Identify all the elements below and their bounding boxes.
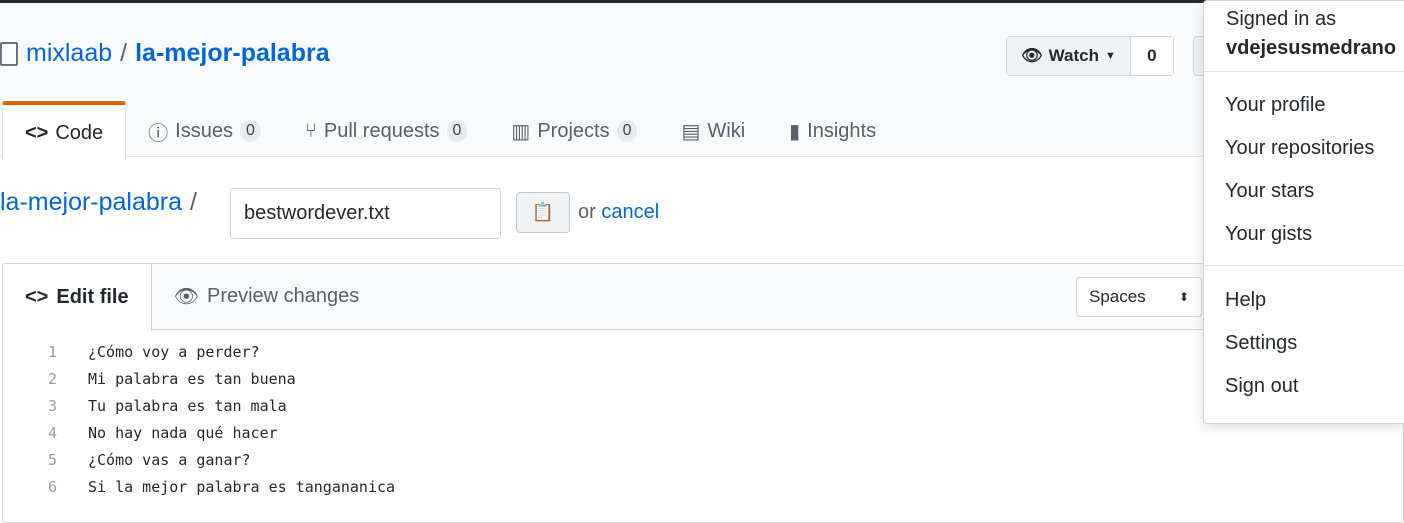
projects-count: 0: [616, 120, 638, 142]
code-icon: <>: [25, 121, 49, 144]
code-line: 6 Si la mejor palabra es tangananica: [3, 473, 1403, 500]
line-text: No hay nada qué hacer: [88, 423, 278, 442]
repo-link[interactable]: la-mejor-palabra: [135, 39, 330, 68]
line-number: 2: [47, 369, 57, 388]
watch-group: 👁 Watch ▼ 0: [1006, 36, 1174, 76]
pr-count: 0: [446, 120, 468, 142]
tab-label: Preview changes: [206, 285, 360, 307]
issue-icon: ⓘ: [148, 122, 169, 145]
line-number: 4: [47, 423, 57, 442]
line-text: Si la mejor palabra es tangananica: [88, 477, 396, 496]
owner-link[interactable]: mixlaab: [26, 39, 112, 68]
tab-code[interactable]: <> Code: [2, 101, 127, 161]
line-number: 6: [47, 477, 57, 496]
or-text: or: [578, 201, 596, 223]
line-text: ¿Cómo voy a perder?: [88, 342, 260, 361]
tab-label: Edit file: [56, 286, 129, 308]
editor-tabs: <> Edit file 👁 Preview changes Spaces ⬍: [3, 264, 1403, 331]
code-line: 2 Mi palabra es tan buena: [3, 365, 1403, 392]
issues-count: 0: [239, 120, 261, 142]
indent-mode-select[interactable]: Spaces ⬍: [1076, 277, 1202, 317]
repo-title: mixlaab / la-mejor-palabra: [0, 39, 330, 68]
caret-down-icon: ▼: [1104, 50, 1116, 62]
line-number: 3: [47, 396, 57, 415]
line-text: Tu palabra es tan mala: [88, 396, 287, 415]
clipboard-button[interactable]: 📋: [516, 192, 570, 233]
select-arrows-icon: ⬍: [1178, 290, 1189, 304]
indent-mode-value: Spaces: [1089, 287, 1146, 306]
line-text: ¿Cómo vas a ganar?: [88, 450, 251, 469]
menu-your-stars[interactable]: Your stars: [1204, 170, 1404, 213]
repo-tabs: <> Code ⓘ Issues 0 ⑂ Pull requests 0 ▥ Project…: [0, 101, 898, 161]
file-editor: <> Edit file 👁 Preview changes Spaces ⬍ 1 ¿C…: [2, 263, 1404, 523]
cancel-text: or cancel: [578, 201, 659, 224]
breadcrumb: la-mejor-palabra /: [0, 188, 197, 217]
signed-in-label: Signed in as: [1226, 8, 1337, 30]
code-area[interactable]: 1 ¿Cómo voy a perder? 2 Mi palabra es tan …: [3, 330, 1403, 500]
tab-label: Wiki: [707, 119, 746, 142]
tab-edit-file[interactable]: <> Edit file: [3, 264, 152, 331]
user-dropdown-menu: Signed in as vdejesusmedrano Your profil…: [1203, 0, 1404, 424]
tab-label: Issues: [175, 119, 233, 142]
tab-label: Projects: [537, 119, 610, 142]
watch-count[interactable]: 0: [1130, 37, 1173, 75]
tab-issues[interactable]: ⓘ Issues 0: [126, 101, 283, 161]
clipboard-icon: 📋: [531, 202, 555, 222]
eye-icon: 👁: [1021, 46, 1043, 65]
code-icon: <>: [25, 286, 49, 308]
menu-your-repositories[interactable]: Your repositories: [1204, 127, 1404, 170]
line-number: 5: [47, 450, 57, 469]
code-line: 4 No hay nada qué hacer: [3, 419, 1403, 446]
code-line: 1 ¿Cómo voy a perder?: [3, 338, 1403, 365]
tab-label: Pull requests: [323, 119, 440, 142]
tab-pull-requests[interactable]: ⑂ Pull requests 0: [283, 101, 490, 161]
tab-projects[interactable]: ▥ Projects 0: [489, 101, 659, 161]
menu-your-profile[interactable]: Your profile: [1204, 84, 1404, 127]
menu-sign-out[interactable]: Sign out: [1204, 365, 1404, 408]
line-number: 1: [47, 342, 57, 361]
cancel-link[interactable]: cancel: [601, 201, 659, 223]
book-icon: ▤: [681, 120, 701, 143]
divider: [1204, 71, 1404, 72]
watch-label: Watch: [1048, 46, 1099, 65]
tab-wiki[interactable]: ▤ Wiki: [659, 101, 767, 161]
menu-settings[interactable]: Settings: [1204, 322, 1404, 365]
tab-insights[interactable]: ▮ Insights: [767, 101, 898, 161]
path-separator: /: [190, 188, 197, 216]
divider: [1204, 265, 1404, 266]
username: vdejesusmedrano: [1226, 37, 1397, 59]
tab-label: Insights: [807, 119, 877, 142]
watch-button[interactable]: 👁 Watch ▼: [1007, 37, 1131, 75]
pull-request-icon: ⑂: [304, 119, 317, 142]
code-line: 3 Tu palabra es tan mala: [3, 392, 1403, 419]
filename-input[interactable]: [230, 188, 501, 239]
repo-icon: [0, 41, 18, 66]
menu-help[interactable]: Help: [1204, 279, 1404, 322]
menu-your-gists[interactable]: Your gists: [1204, 213, 1404, 256]
tab-preview-changes[interactable]: 👁 Preview changes: [152, 264, 382, 329]
breadcrumb-repo-link[interactable]: la-mejor-palabra: [0, 188, 182, 217]
tab-label: Code: [55, 121, 104, 144]
eye-icon: 👁: [173, 286, 199, 308]
repo-header: mixlaab / la-mejor-palabra 👁 Watch ▼ 0 <> Co…: [0, 3, 1404, 161]
line-text: Mi palabra es tan buena: [88, 369, 296, 388]
code-line: 5 ¿Cómo vas a ganar?: [3, 446, 1403, 473]
graph-icon: ▮: [789, 120, 801, 143]
project-icon: ▥: [511, 120, 531, 143]
